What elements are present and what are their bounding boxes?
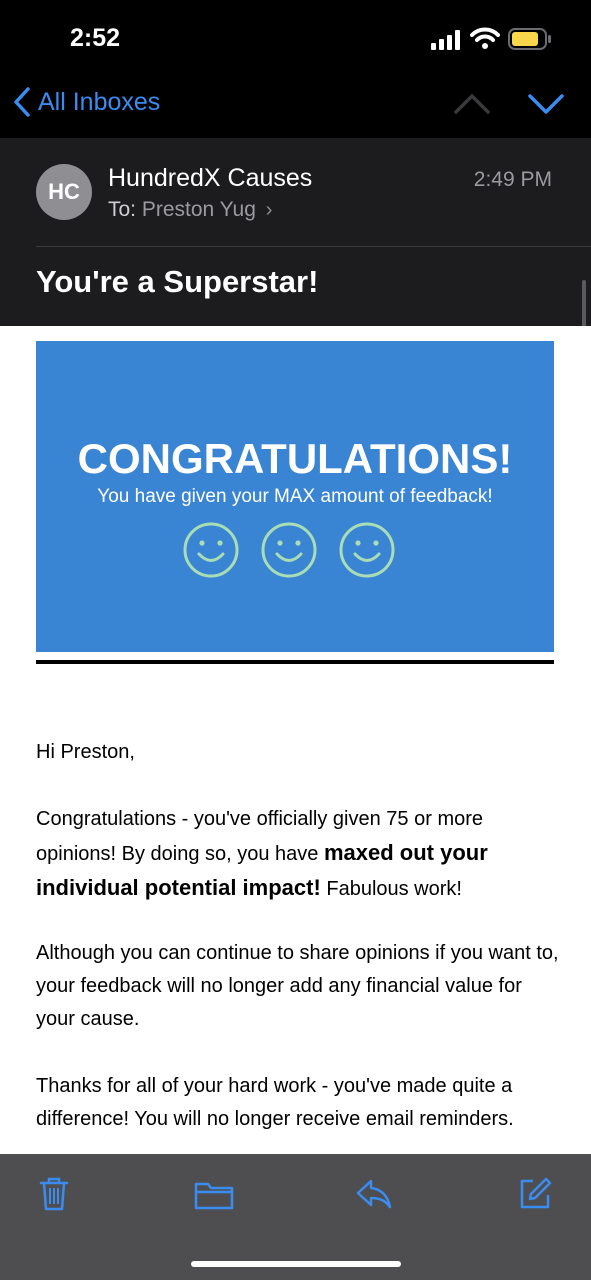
message-time: 2:49 PM — [473, 168, 552, 191]
message-header: HC HundredX Causes To: Preston Yug › 2:4… — [0, 138, 591, 462]
paragraph-1: Congratulations - you've officially give… — [36, 808, 488, 900]
header-divider — [36, 246, 591, 247]
to-label: To: — [108, 198, 137, 221]
trash-icon[interactable] — [38, 1176, 70, 1212]
message-subject: You're a Superstar! — [36, 264, 319, 299]
cellular-signal-icon — [431, 30, 460, 50]
congratulations-banner: CONGRATULATIONS! You have given your MAX… — [36, 341, 554, 652]
smiley-face-icon — [183, 522, 239, 578]
navigation-bar: All Inboxes — [0, 80, 591, 138]
sender-name[interactable]: HundredX Causes — [108, 164, 312, 193]
chevron-left-icon — [14, 87, 30, 117]
previous-message-button[interactable] — [452, 92, 492, 116]
smiley-faces — [183, 522, 395, 578]
status-bar: 2:52 — [0, 0, 591, 80]
recipient-name: Preston Yug — [141, 198, 256, 221]
compose-icon[interactable] — [518, 1176, 552, 1210]
chevron-right-icon: › — [265, 199, 273, 221]
status-time: 2:52 — [70, 24, 121, 52]
battery-icon — [508, 28, 551, 50]
wifi-icon — [470, 27, 500, 49]
back-label: All Inboxes — [38, 87, 161, 116]
message-body: CONGRATULATIONS! You have given your MAX… — [0, 326, 591, 1154]
banner-divider — [36, 660, 554, 664]
greeting: Hi Preston, — [36, 741, 135, 763]
home-indicator[interactable] — [191, 1261, 401, 1267]
folder-icon[interactable] — [194, 1180, 234, 1210]
recipient-line[interactable]: To: Preston Yug › — [108, 198, 272, 222]
back-button[interactable]: All Inboxes — [12, 86, 160, 118]
reply-icon[interactable] — [355, 1178, 393, 1210]
banner-headline: CONGRATULATIONS! — [77, 435, 513, 482]
smiley-face-icon — [261, 522, 317, 578]
banner-subline: You have given your MAX amount of feedba… — [97, 486, 493, 507]
paragraph-3: Thanks for all of your hard work - you'v… — [36, 1075, 514, 1130]
smiley-face-icon — [339, 522, 395, 578]
next-message-button[interactable] — [526, 92, 566, 116]
sender-avatar[interactable]: HC — [36, 164, 92, 220]
paragraph-2: Although you can continue to share opini… — [36, 942, 559, 1030]
